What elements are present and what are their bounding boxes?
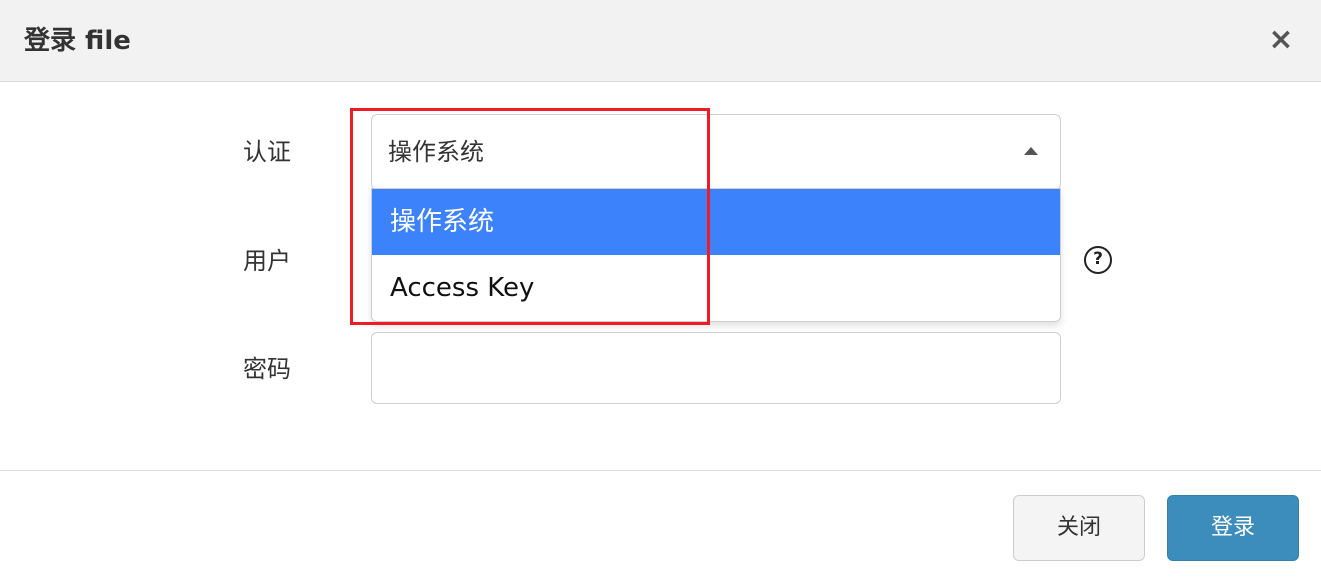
auth-label: 认证 [243, 138, 291, 166]
user-label: 用户 [243, 247, 291, 275]
dialog-header: 登录 file × [0, 0, 1321, 82]
help-icon[interactable]: ? [1084, 246, 1112, 274]
auth-dropdown-menu: 操作系统 Access Key [371, 188, 1061, 322]
login-dialog: 登录 file × 认证 操作系统 操作系统 Access Key 用户 ? 密… [0, 0, 1321, 582]
footer-divider [0, 470, 1321, 471]
dialog-title: 登录 file [24, 26, 131, 56]
password-label: 密码 [243, 355, 291, 383]
login-button[interactable]: 登录 [1167, 495, 1299, 561]
auth-option-os[interactable]: 操作系统 [372, 189, 1060, 255]
auth-select-value: 操作系统 [388, 138, 484, 166]
auth-select[interactable]: 操作系统 [371, 114, 1061, 190]
close-icon[interactable]: × [1263, 22, 1299, 58]
caret-up-icon [1024, 147, 1038, 155]
auth-option-access-key[interactable]: Access Key [372, 255, 1060, 321]
password-input[interactable] [371, 332, 1061, 404]
close-button[interactable]: 关闭 [1013, 495, 1145, 561]
